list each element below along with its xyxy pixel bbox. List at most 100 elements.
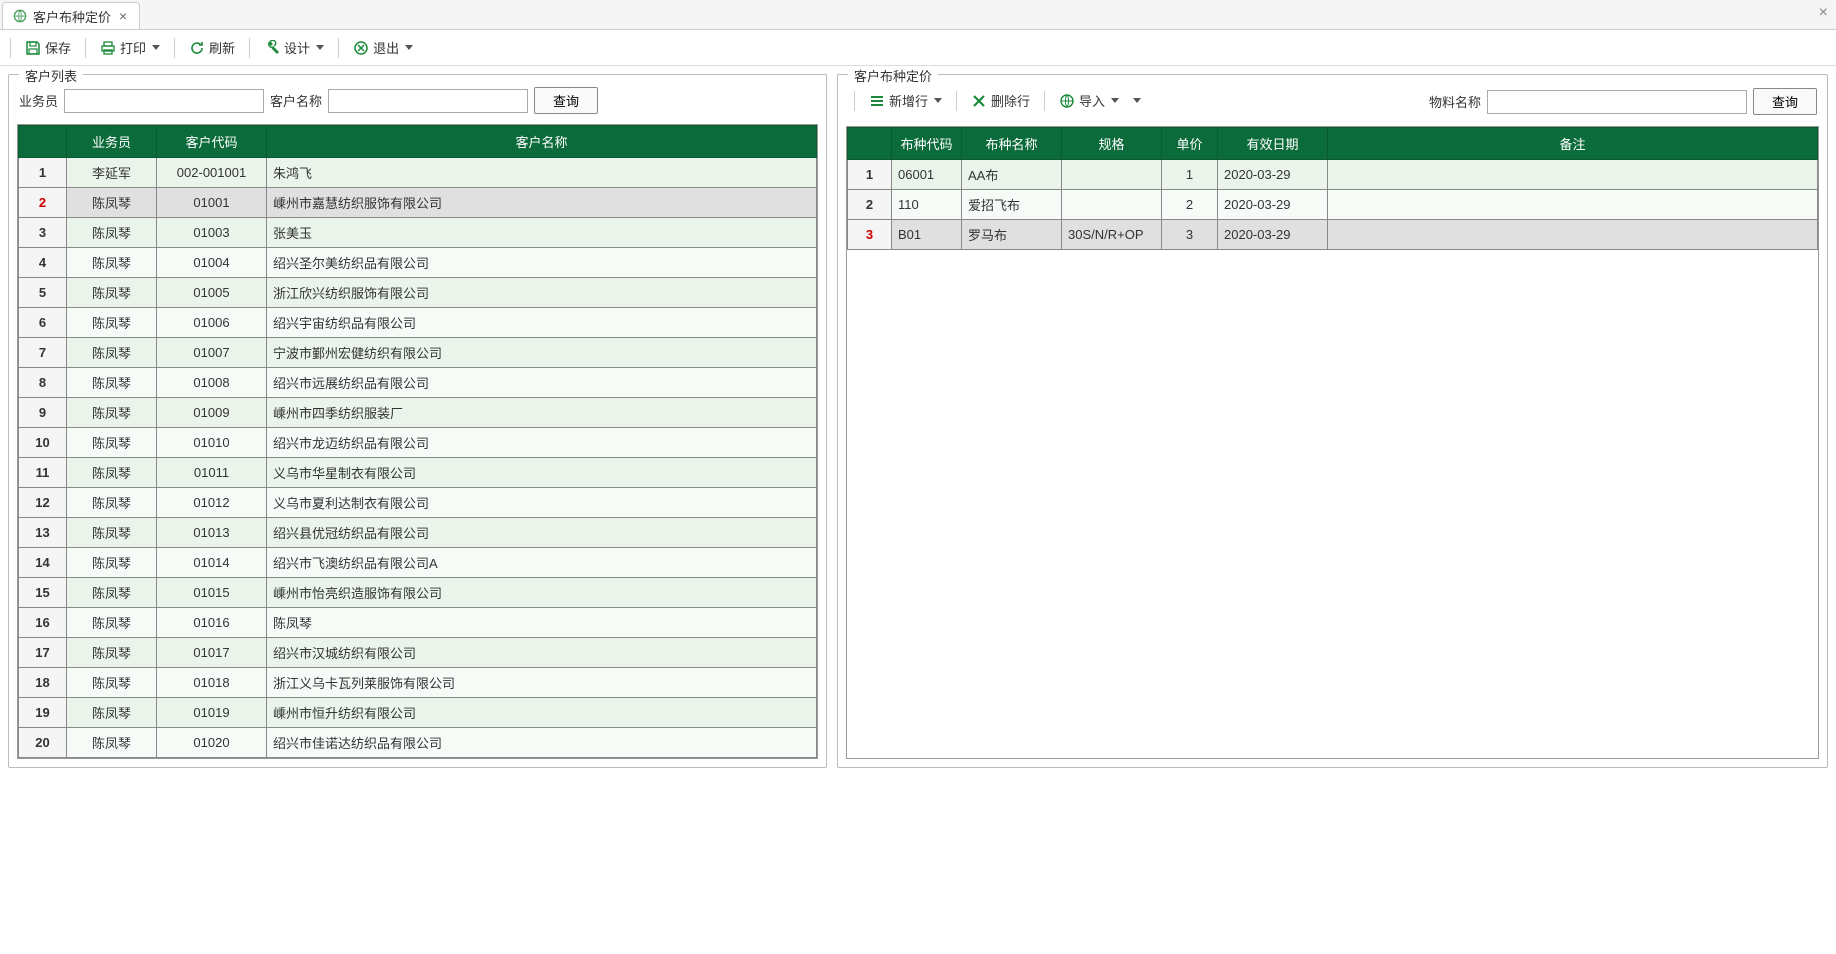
cell-price: 3 [1162,220,1218,250]
cell-sales: 陈凤琴 [67,458,157,488]
cell-name: 绍兴市飞澳纺织品有限公司A [267,548,817,578]
customer-grid-wrap: 业务员 客户代码 客户名称 1李延军002-001001朱鸿飞2陈凤琴01001… [17,124,818,759]
col-sales: 业务员 [67,126,157,158]
cell-date: 2020-03-29 [1218,160,1328,190]
cell-price: 2 [1162,190,1218,220]
cell-name: 绍兴县优冠纺织品有限公司 [267,518,817,548]
query-button[interactable]: 查询 [1753,88,1817,115]
sales-input[interactable] [64,89,264,113]
table-row[interactable]: 18陈凤琴01018浙江义乌卡瓦列莱服饰有限公司 [19,668,817,698]
row-number: 20 [19,728,67,758]
table-row[interactable]: 1李延军002-001001朱鸿飞 [19,158,817,188]
table-row[interactable]: 9陈凤琴01009嵊州市四季纺织服装厂 [19,398,817,428]
col-date: 有效日期 [1218,128,1328,160]
cell-price: 1 [1162,160,1218,190]
cell-sales: 陈凤琴 [67,278,157,308]
cell-date: 2020-03-29 [1218,220,1328,250]
save-button[interactable]: 保存 [19,36,77,59]
table-row[interactable]: 20陈凤琴01020绍兴市佳诺达纺织品有限公司 [19,728,817,758]
col-remark: 备注 [1328,128,1818,160]
chevron-down-icon [1111,98,1119,103]
cell-fname: 爱招飞布 [962,190,1062,220]
row-number: 3 [848,220,892,250]
row-number: 14 [19,548,67,578]
cell-sales: 陈凤琴 [67,398,157,428]
cell-name: 绍兴市佳诺达纺织品有限公司 [267,728,817,758]
separator [338,38,339,58]
table-row[interactable]: 13陈凤琴01013绍兴县优冠纺织品有限公司 [19,518,817,548]
cell-sales: 陈凤琴 [67,638,157,668]
table-row[interactable]: 12陈凤琴01012义乌市夏利达制衣有限公司 [19,488,817,518]
design-button[interactable]: 设计 [258,36,330,59]
table-row[interactable]: 17陈凤琴01017绍兴市汉城纺织有限公司 [19,638,817,668]
delete-row-button[interactable]: 删除行 [965,89,1036,112]
panel-toolbar: 新增行 删除行 导入 [848,87,1143,116]
cell-name: 嵊州市恒升纺织有限公司 [267,698,817,728]
tab-active[interactable]: 客户布种定价 × [2,2,140,29]
table-row[interactable]: 7陈凤琴01007宁波市鄞州宏健纺织有限公司 [19,338,817,368]
main-toolbar: 保存 打印 刷新 设计 退出 [0,30,1836,66]
cell-name: 张美玉 [267,218,817,248]
cell-fcode: B01 [892,220,962,250]
custname-label: 客户名称 [270,91,322,110]
row-number: 5 [19,278,67,308]
cell-code: 01004 [157,248,267,278]
table-row[interactable]: 11陈凤琴01011义乌市华星制衣有限公司 [19,458,817,488]
separator [1044,91,1045,111]
cell-sales: 陈凤琴 [67,728,157,758]
cell-sales: 陈凤琴 [67,698,157,728]
table-row[interactable]: 8陈凤琴01008绍兴市远展纺织品有限公司 [19,368,817,398]
cell-code: 01011 [157,458,267,488]
table-row[interactable]: 2陈凤琴01001嵊州市嘉慧纺织服饰有限公司 [19,188,817,218]
close-all-icon[interactable]: × [1819,4,1828,22]
table-row[interactable]: 106001AA布12020-03-29 [848,160,1818,190]
table-row[interactable]: 2110爱招飞布22020-03-29 [848,190,1818,220]
chevron-down-icon [152,45,160,50]
refresh-button[interactable]: 刷新 [183,36,241,59]
table-row[interactable]: 14陈凤琴01014绍兴市飞澳纺织品有限公司A [19,548,817,578]
chevron-down-icon[interactable] [1133,98,1141,103]
wrench-icon [264,40,280,56]
table-row[interactable]: 4陈凤琴01004绍兴圣尔美纺织品有限公司 [19,248,817,278]
globe-icon [13,9,27,23]
cell-code: 01010 [157,428,267,458]
table-row[interactable]: 16陈凤琴01016陈凤琴 [19,608,817,638]
cell-sales: 陈凤琴 [67,578,157,608]
cell-name: 绍兴宇宙纺织品有限公司 [267,308,817,338]
print-button[interactable]: 打印 [94,36,166,59]
cell-code: 01017 [157,638,267,668]
cell-name: 绍兴圣尔美纺织品有限公司 [267,248,817,278]
customer-scroll[interactable]: 业务员 客户代码 客户名称 1李延军002-001001朱鸿飞2陈凤琴01001… [18,125,817,758]
chevron-down-icon [934,98,942,103]
cell-spec: 30S/N/R+OP [1062,220,1162,250]
cell-code: 01008 [157,368,267,398]
separator [85,38,86,58]
cell-code: 01020 [157,728,267,758]
cell-code: 01012 [157,488,267,518]
cell-code: 01015 [157,578,267,608]
query-button[interactable]: 查询 [534,87,598,114]
cell-name: 浙江义乌卡瓦列莱服饰有限公司 [267,668,817,698]
close-icon[interactable]: × [117,8,129,24]
cell-sales: 陈凤琴 [67,668,157,698]
col-name: 客户名称 [267,126,817,158]
cell-code: 01016 [157,608,267,638]
row-number: 9 [19,398,67,428]
table-row[interactable]: 15陈凤琴01015嵊州市怡亮织造服饰有限公司 [19,578,817,608]
add-row-button[interactable]: 新增行 [863,89,948,112]
table-row[interactable]: 3B01罗马布30S/N/R+OP32020-03-29 [848,220,1818,250]
exit-button[interactable]: 退出 [347,36,419,59]
material-input[interactable] [1487,90,1747,114]
custname-input[interactable] [328,89,528,113]
cell-name: 义乌市华星制衣有限公司 [267,458,817,488]
table-row[interactable]: 5陈凤琴01005浙江欣兴纺织服饰有限公司 [19,278,817,308]
material-label: 物料名称 [1429,92,1481,111]
table-row[interactable]: 6陈凤琴01006绍兴宇宙纺织品有限公司 [19,308,817,338]
row-number: 6 [19,308,67,338]
table-row[interactable]: 19陈凤琴01019嵊州市恒升纺织有限公司 [19,698,817,728]
save-icon [25,40,41,56]
separator [854,91,855,111]
table-row[interactable]: 10陈凤琴01010绍兴市龙迈纺织品有限公司 [19,428,817,458]
import-button[interactable]: 导入 [1053,89,1125,112]
table-row[interactable]: 3陈凤琴01003张美玉 [19,218,817,248]
